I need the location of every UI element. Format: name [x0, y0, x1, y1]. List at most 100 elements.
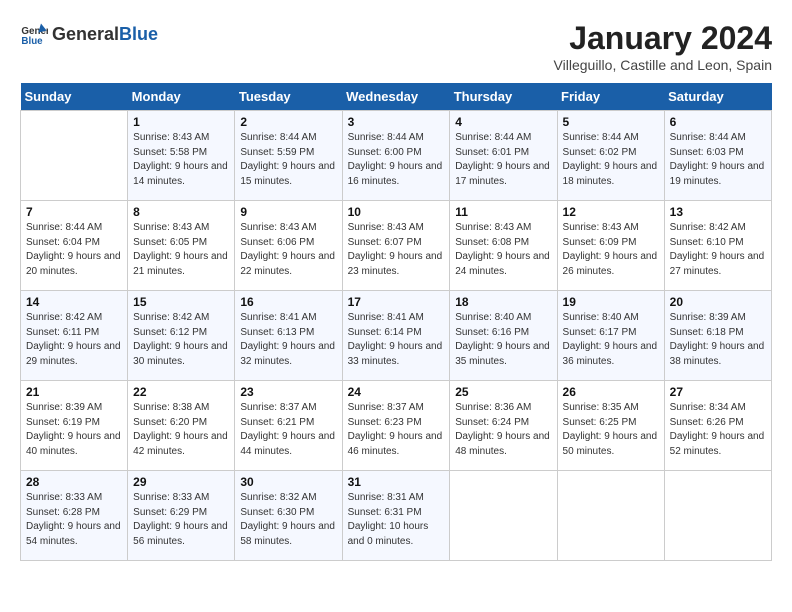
day-number: 19 [563, 295, 659, 309]
day-number: 2 [240, 115, 336, 129]
day-detail: Sunrise: 8:44 AMSunset: 6:03 PMDaylight:… [670, 131, 766, 189]
weekday-header-sunday: Sunday [21, 83, 128, 111]
day-number: 11 [455, 205, 551, 219]
day-detail: Sunrise: 8:44 AMSunset: 6:04 PMDaylight:… [26, 221, 122, 279]
day-detail: Sunrise: 8:38 AMSunset: 6:20 PMDaylight:… [133, 401, 229, 459]
calendar-cell: 7 Sunrise: 8:44 AMSunset: 6:04 PMDaylight… [21, 201, 128, 291]
day-detail: Sunrise: 8:41 AMSunset: 6:14 PMDaylight:… [348, 311, 445, 369]
calendar-week-row: 7 Sunrise: 8:44 AMSunset: 6:04 PMDaylight… [21, 201, 772, 291]
calendar-cell: 18 Sunrise: 8:40 AMSunset: 6:16 PMDayligh… [450, 291, 557, 381]
day-detail: Sunrise: 8:43 AMSunset: 5:58 PMDaylight:… [133, 131, 229, 189]
weekday-header-monday: Monday [128, 83, 235, 111]
calendar-week-row: 1 Sunrise: 8:43 AMSunset: 5:58 PMDaylight… [21, 111, 772, 201]
calendar-cell [664, 471, 771, 561]
calendar-cell [450, 471, 557, 561]
weekday-header-friday: Friday [557, 83, 664, 111]
day-number: 27 [670, 385, 766, 399]
weekday-header-row: SundayMondayTuesdayWednesdayThursdayFrid… [21, 83, 772, 111]
day-number: 25 [455, 385, 551, 399]
day-number: 29 [133, 475, 229, 489]
day-detail: Sunrise: 8:35 AMSunset: 6:25 PMDaylight:… [563, 401, 659, 459]
calendar-cell: 22Sunrise: 8:38 AMSunset: 6:20 PMDayligh… [128, 381, 235, 471]
day-number: 15 [133, 295, 229, 309]
day-detail: Sunrise: 8:34 AMSunset: 6:26 PMDaylight:… [670, 401, 766, 459]
day-detail: Sunrise: 8:40 AMSunset: 6:17 PMDaylight:… [563, 311, 659, 369]
calendar-cell: 12Sunrise: 8:43 AMSunset: 6:09 PMDayligh… [557, 201, 664, 291]
day-number: 13 [670, 205, 766, 219]
day-detail: Sunrise: 8:43 AMSunset: 6:05 PMDaylight:… [133, 221, 229, 279]
day-number: 5 [563, 115, 659, 129]
calendar-cell: 9Sunrise: 8:43 AMSunset: 6:06 PMDaylight… [235, 201, 342, 291]
day-detail: Sunrise: 8:39 AMSunset: 6:18 PMDaylight:… [670, 311, 766, 369]
day-detail: Sunrise: 8:44 AMSunset: 6:01 PMDaylight:… [455, 131, 551, 189]
day-number: 20 [670, 295, 766, 309]
calendar-cell: 14 Sunrise: 8:42 AMSunset: 6:11 PMDayligh… [21, 291, 128, 381]
header: General Blue GeneralBlue January 2024 Vi… [20, 20, 772, 73]
calendar-cell: 31 Sunrise: 8:31 AMSunset: 6:31 PMDayligh… [342, 471, 450, 561]
day-number: 4 [455, 115, 551, 129]
day-number: 6 [670, 115, 766, 129]
day-detail: Sunrise: 8:40 AMSunset: 6:16 PMDaylight:… [455, 311, 551, 369]
day-detail: Sunrise: 8:41 AMSunset: 6:13 PMDaylight:… [240, 311, 336, 369]
calendar-cell: 5 Sunrise: 8:44 AMSunset: 6:02 PMDaylight… [557, 111, 664, 201]
day-detail: Sunrise: 8:42 AMSunset: 6:11 PMDaylight:… [26, 311, 122, 369]
calendar-cell: 11Sunrise: 8:43 AMSunset: 6:08 PMDayligh… [450, 201, 557, 291]
logo-text-blue: Blue [119, 24, 158, 45]
calendar-cell: 6 Sunrise: 8:44 AMSunset: 6:03 PMDaylight… [664, 111, 771, 201]
calendar-cell: 20 Sunrise: 8:39 AMSunset: 6:18 PMDayligh… [664, 291, 771, 381]
day-number: 30 [240, 475, 336, 489]
day-number: 18 [455, 295, 551, 309]
calendar-cell: 29 Sunrise: 8:33 AMSunset: 6:29 PMDayligh… [128, 471, 235, 561]
calendar-cell [21, 111, 128, 201]
day-detail: Sunrise: 8:31 AMSunset: 6:31 PMDaylight:… [348, 491, 445, 549]
calendar-cell: 21 Sunrise: 8:39 AMSunset: 6:19 PMDayligh… [21, 381, 128, 471]
day-number: 10 [348, 205, 445, 219]
calendar-cell: 16 Sunrise: 8:41 AMSunset: 6:13 PMDayligh… [235, 291, 342, 381]
logo-text-general: General [52, 24, 119, 45]
calendar-cell: 19 Sunrise: 8:40 AMSunset: 6:17 PMDayligh… [557, 291, 664, 381]
day-detail: Sunrise: 8:43 AMSunset: 6:07 PMDaylight:… [348, 221, 445, 279]
calendar-cell: 26Sunrise: 8:35 AMSunset: 6:25 PMDayligh… [557, 381, 664, 471]
logo-icon: General Blue [20, 20, 48, 48]
day-number: 28 [26, 475, 122, 489]
title-block: January 2024 Villeguillo, Castille and L… [554, 20, 772, 73]
day-detail: Sunrise: 8:44 AMSunset: 6:00 PMDaylight:… [348, 131, 445, 189]
day-detail: Sunrise: 8:42 AMSunset: 6:10 PMDaylight:… [670, 221, 766, 279]
calendar-cell: 27 Sunrise: 8:34 AMSunset: 6:26 PMDayligh… [664, 381, 771, 471]
day-number: 24 [348, 385, 445, 399]
weekday-header-tuesday: Tuesday [235, 83, 342, 111]
day-number: 1 [133, 115, 229, 129]
calendar-cell: 1 Sunrise: 8:43 AMSunset: 5:58 PMDaylight… [128, 111, 235, 201]
calendar-cell: 17Sunrise: 8:41 AMSunset: 6:14 PMDayligh… [342, 291, 450, 381]
calendar-cell: 15 Sunrise: 8:42 AMSunset: 6:12 PMDayligh… [128, 291, 235, 381]
calendar-cell: 25Sunrise: 8:36 AMSunset: 6:24 PMDayligh… [450, 381, 557, 471]
day-number: 3 [348, 115, 445, 129]
day-detail: Sunrise: 8:39 AMSunset: 6:19 PMDaylight:… [26, 401, 122, 459]
day-detail: Sunrise: 8:43 AMSunset: 6:06 PMDaylight:… [240, 221, 336, 279]
calendar-cell: 4 Sunrise: 8:44 AMSunset: 6:01 PMDaylight… [450, 111, 557, 201]
calendar-subtitle: Villeguillo, Castille and Leon, Spain [554, 57, 772, 73]
day-number: 31 [348, 475, 445, 489]
day-detail: Sunrise: 8:42 AMSunset: 6:12 PMDaylight:… [133, 311, 229, 369]
calendar-cell: 28 Sunrise: 8:33 AMSunset: 6:28 PMDayligh… [21, 471, 128, 561]
day-number: 14 [26, 295, 122, 309]
day-number: 23 [240, 385, 336, 399]
weekday-header-thursday: Thursday [450, 83, 557, 111]
calendar-cell: 8 Sunrise: 8:43 AMSunset: 6:05 PMDaylight… [128, 201, 235, 291]
weekday-header-wednesday: Wednesday [342, 83, 450, 111]
calendar-title: January 2024 [554, 20, 772, 57]
svg-text:Blue: Blue [21, 36, 43, 47]
day-number: 7 [26, 205, 122, 219]
day-detail: Sunrise: 8:44 AMSunset: 6:02 PMDaylight:… [563, 131, 659, 189]
calendar-cell [557, 471, 664, 561]
calendar-table: SundayMondayTuesdayWednesdayThursdayFrid… [20, 83, 772, 561]
day-number: 8 [133, 205, 229, 219]
calendar-cell: 2Sunrise: 8:44 AMSunset: 5:59 PMDaylight… [235, 111, 342, 201]
day-detail: Sunrise: 8:33 AMSunset: 6:28 PMDaylight:… [26, 491, 122, 549]
day-detail: Sunrise: 8:33 AMSunset: 6:29 PMDaylight:… [133, 491, 229, 549]
day-detail: Sunrise: 8:37 AMSunset: 6:23 PMDaylight:… [348, 401, 445, 459]
day-number: 16 [240, 295, 336, 309]
calendar-week-row: 21 Sunrise: 8:39 AMSunset: 6:19 PMDayligh… [21, 381, 772, 471]
day-number: 21 [26, 385, 122, 399]
calendar-cell: 3 Sunrise: 8:44 AMSunset: 6:00 PMDaylight… [342, 111, 450, 201]
